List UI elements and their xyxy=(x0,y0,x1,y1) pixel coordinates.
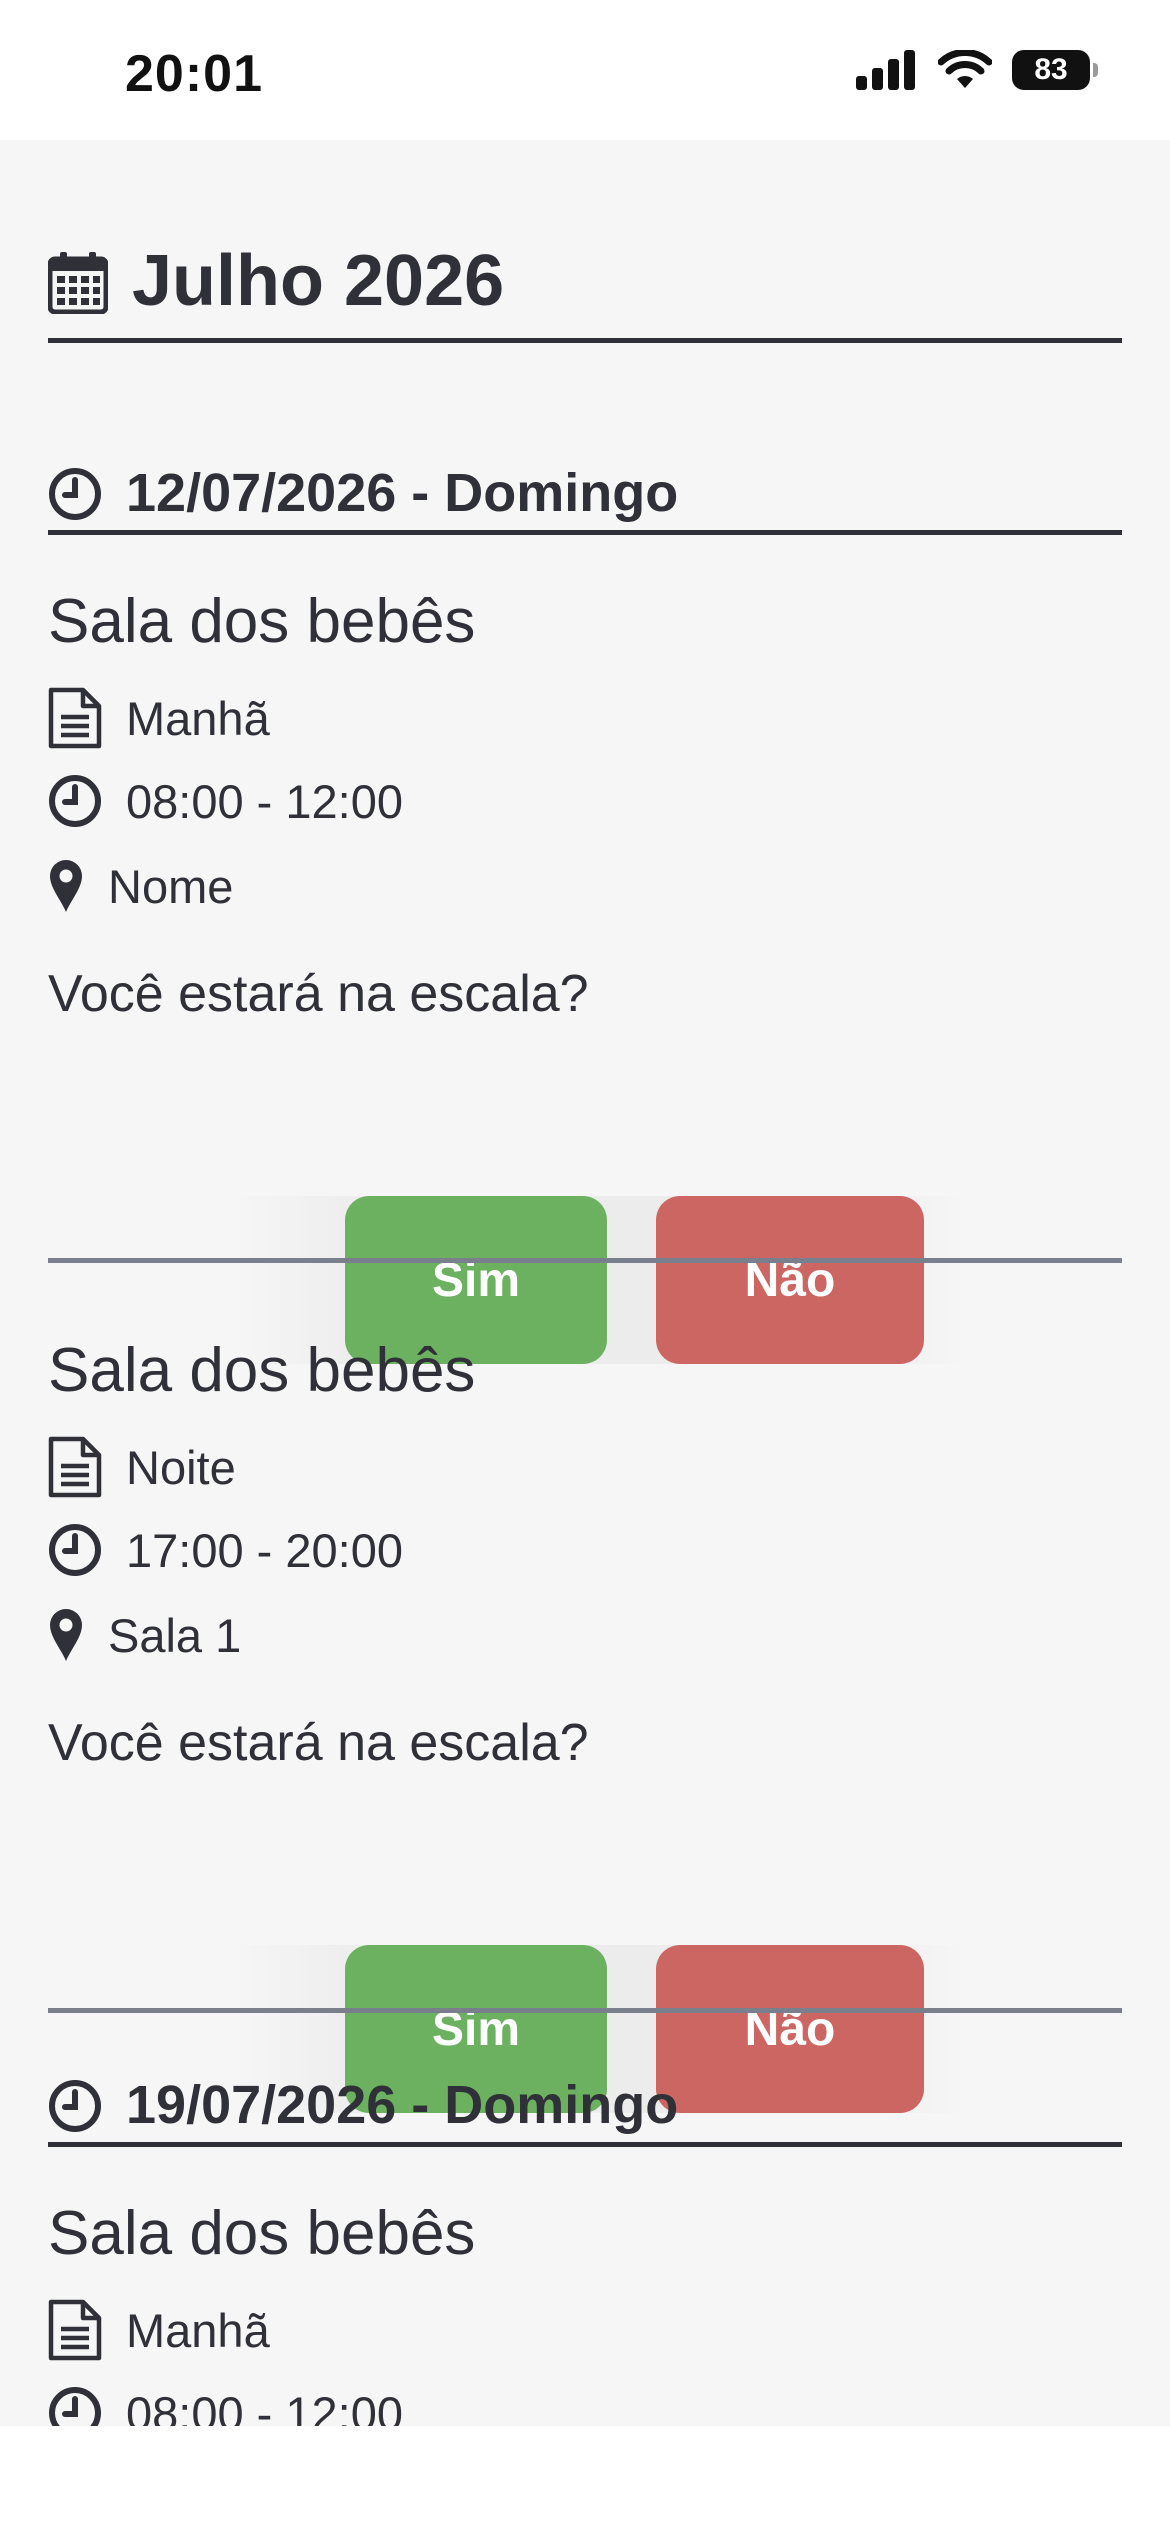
shift-card: Sala dos bebês Noite 17:00 - 20:00 Sala … xyxy=(48,1335,1122,2155)
shift-period-row: Noite xyxy=(48,1435,236,1499)
month-title: Julho 2026 xyxy=(132,241,505,321)
shift-period: Manhã xyxy=(126,691,270,745)
day-title: 19/07/2026 - Domingo xyxy=(126,2075,679,2135)
month-header: Julho 2026 xyxy=(48,230,1122,343)
shift-title: Sala dos bebês xyxy=(48,1336,476,1405)
document-icon xyxy=(48,687,102,749)
clock-icon xyxy=(48,774,102,828)
shift-title: Sala dos bebês xyxy=(48,587,476,656)
shift-time-row: 08:00 - 12:00 xyxy=(48,769,403,833)
location-pin-icon xyxy=(48,1607,84,1663)
wifi-icon xyxy=(938,50,992,90)
shift-time-row: 17:00 - 20:00 xyxy=(48,1518,403,1582)
schedule-content[interactable]: Julho 2026 12/07/2026 - Domingo Sala dos… xyxy=(0,140,1170,2426)
clock-icon xyxy=(48,2079,102,2133)
location-pin-icon xyxy=(48,858,84,914)
clock-icon xyxy=(48,2386,102,2426)
separator xyxy=(48,1258,1122,1263)
status-time: 20:01 xyxy=(125,45,263,103)
shift-location-row: Nome xyxy=(48,854,233,918)
shift-title: Sala dos bebês xyxy=(48,2199,476,2268)
battery-icon: 83 xyxy=(1012,50,1098,90)
day-header: 12/07/2026 - Domingo xyxy=(48,462,1122,535)
shift-location-row: Sala 1 xyxy=(48,1603,241,1667)
status-icons: 83 xyxy=(856,50,1098,90)
battery-level: 83 xyxy=(1034,53,1068,86)
shift-period-row: Manhã xyxy=(48,686,270,750)
separator xyxy=(48,2008,1122,2013)
day-title: 12/07/2026 - Domingo xyxy=(126,463,679,523)
shift-location: Sala 1 xyxy=(108,1608,242,1662)
availability-question: Você estará na escala? xyxy=(48,1714,589,1772)
shift-time: 08:00 - 12:00 xyxy=(126,2386,403,2427)
bottom-bar xyxy=(0,2426,1170,2532)
calendar-icon xyxy=(48,252,108,314)
shift-period: Noite xyxy=(126,1440,236,1494)
document-icon xyxy=(48,1436,102,1498)
shift-time: 17:00 - 20:00 xyxy=(126,1523,403,1577)
shift-period: Manhã xyxy=(126,2303,270,2357)
clock-icon xyxy=(48,1523,102,1577)
status-bar: 20:01 83 xyxy=(0,0,1170,140)
shift-time: 08:00 - 12:00 xyxy=(126,774,403,828)
availability-question: Você estará na escala? xyxy=(48,965,589,1023)
shift-time-row: 08:00 - 12:00 xyxy=(48,2381,403,2426)
cellular-signal-icon xyxy=(856,50,918,90)
clock-icon xyxy=(48,467,102,521)
document-icon xyxy=(48,2299,102,2361)
shift-period-row: Manhã xyxy=(48,2298,270,2362)
shift-location: Nome xyxy=(108,859,234,913)
day-header: 19/07/2026 - Domingo xyxy=(48,2074,1122,2147)
shift-card: Sala dos bebês Manhã 08:00 - 12:00 Nome … xyxy=(48,586,1122,1406)
shift-card: Sala dos bebês Manhã 08:00 - 12:00 xyxy=(48,2198,1122,2426)
